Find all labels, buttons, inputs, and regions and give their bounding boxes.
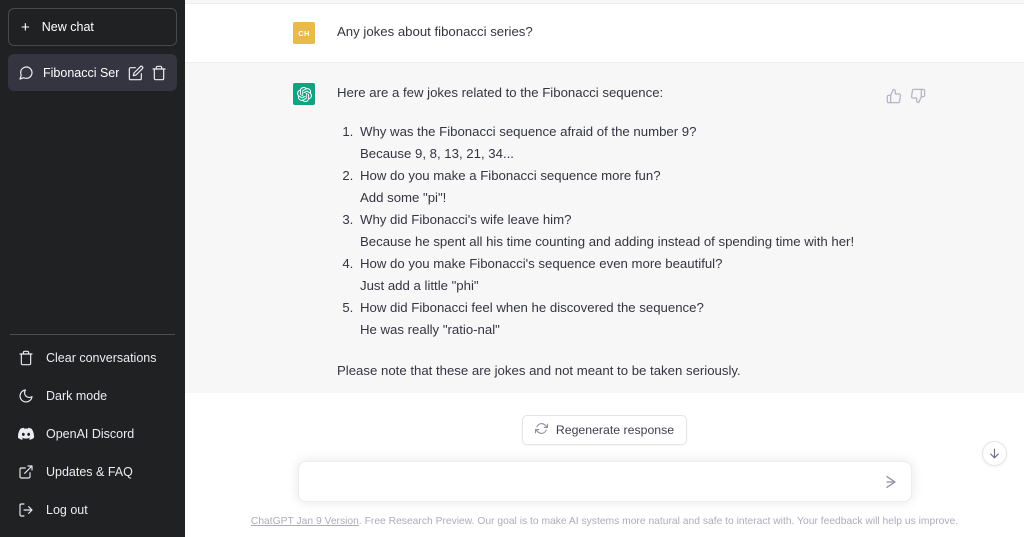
sidebar-spacer	[8, 91, 177, 334]
new-chat-label: New chat	[42, 20, 94, 34]
avatar-initials: CH	[298, 29, 309, 38]
refresh-icon	[535, 422, 548, 438]
sidebar-item-label: Updates & FAQ	[46, 465, 133, 479]
list-item: How do you make a Fibonacci sequence mor…	[357, 165, 904, 209]
chat-bubble-icon	[18, 65, 34, 81]
message-inner: Here are a few jokes related to the Fibo…	[185, 83, 1024, 381]
joke-question: Why was the Fibonacci sequence afraid of…	[360, 124, 696, 139]
conversation-thread: CH Any jokes about fibonacci series?	[185, 0, 1024, 393]
joke-answer: Because he spent all his time counting a…	[360, 231, 904, 253]
joke-answer: Add some "pi"!	[360, 187, 904, 209]
sidebar-divider	[10, 334, 175, 335]
message-assistant: Here are a few jokes related to the Fibo…	[185, 62, 1024, 393]
sidebar-item-label: Dark mode	[46, 389, 107, 403]
input-row	[185, 461, 1024, 502]
joke-question: Why did Fibonacci's wife leave him?	[360, 212, 571, 227]
scroll-to-bottom-button[interactable]	[982, 441, 1007, 466]
joke-answer: He was really "ratio-nal"	[360, 319, 904, 341]
sidebar-item-openai-discord[interactable]: OpenAI Discord	[8, 415, 177, 453]
plus-icon: +	[21, 20, 30, 35]
moon-icon	[18, 388, 34, 404]
sidebar-item-label: Clear conversations	[46, 351, 156, 365]
jokes-list: Why was the Fibonacci sequence afraid of…	[337, 121, 904, 341]
list-item: How did Fibonacci feel when he discovere…	[357, 297, 904, 341]
joke-question: How did Fibonacci feel when he discovere…	[360, 300, 704, 315]
new-chat-button[interactable]: + New chat	[8, 8, 177, 46]
regenerate-wrap: Regenerate response	[185, 415, 1024, 445]
sidebar-item-label: OpenAI Discord	[46, 427, 134, 441]
message-body: Any jokes about fibonacci series?	[337, 22, 904, 44]
assistant-intro-text: Here are a few jokes related to the Fibo…	[337, 83, 904, 103]
sidebar-item-clear-conversations[interactable]: Clear conversations	[8, 339, 177, 377]
external-link-icon	[18, 464, 34, 480]
thumbs-down-icon[interactable]	[910, 88, 926, 104]
avatar-user: CH	[293, 22, 315, 44]
sidebar-item-updates-faq[interactable]: Updates & FAQ	[8, 453, 177, 491]
openai-logo-icon	[297, 87, 312, 102]
feedback-buttons	[886, 88, 926, 104]
conversation-actions	[128, 65, 167, 81]
assistant-closing-text: Please note that these are jokes and not…	[337, 361, 904, 381]
message-user: CH Any jokes about fibonacci series?	[185, 4, 1024, 62]
footer-text: . Free Research Preview. Our goal is to …	[359, 516, 958, 527]
thumbs-up-icon[interactable]	[886, 88, 902, 104]
conversation-item-fibonacci[interactable]: Fibonacci Series Ex	[8, 54, 177, 91]
prompt-input[interactable]	[299, 462, 911, 501]
user-message-text: Any jokes about fibonacci series?	[337, 22, 904, 42]
trash-icon	[18, 350, 34, 366]
joke-answer: Because 9, 8, 13, 21, 34...	[360, 143, 904, 165]
version-link[interactable]: ChatGPT Jan 9 Version	[251, 516, 359, 527]
avatar-assistant	[293, 83, 315, 105]
joke-question: How do you make Fibonacci's sequence eve…	[360, 256, 722, 271]
sidebar: + New chat Fibonacci Series Ex	[0, 0, 185, 537]
sidebar-item-dark-mode[interactable]: Dark mode	[8, 377, 177, 415]
list-item: Why did Fibonacci's wife leave him? Beca…	[357, 209, 904, 253]
arrow-down-icon	[988, 447, 1001, 460]
message-inner: CH Any jokes about fibonacci series?	[185, 22, 1024, 44]
footer-disclaimer: ChatGPT Jan 9 Version. Free Research Pre…	[185, 515, 1024, 537]
conversation-title: Fibonacci Series Ex	[43, 66, 119, 80]
message-body: Here are a few jokes related to the Fibo…	[337, 83, 904, 381]
pencil-icon[interactable]	[128, 65, 144, 81]
discord-icon	[18, 426, 34, 442]
prompt-input-box[interactable]	[298, 461, 912, 502]
joke-question: How do you make a Fibonacci sequence mor…	[360, 168, 661, 183]
list-item: How do you make Fibonacci's sequence eve…	[357, 253, 904, 297]
list-item: Why was the Fibonacci sequence afraid of…	[357, 121, 904, 165]
regenerate-response-button[interactable]: Regenerate response	[522, 415, 687, 445]
sidebar-item-label: Log out	[46, 503, 88, 517]
chatgpt-app: + New chat Fibonacci Series Ex	[0, 0, 1024, 537]
joke-answer: Just add a little "phi"	[360, 275, 904, 297]
logout-icon	[18, 502, 34, 518]
send-icon[interactable]	[881, 472, 901, 492]
trash-icon[interactable]	[151, 65, 167, 81]
composer: Regenerate response ChatGPT Jan 9 Versio…	[185, 393, 1024, 537]
sidebar-item-log-out[interactable]: Log out	[8, 491, 177, 529]
regenerate-label: Regenerate response	[556, 423, 674, 437]
main-panel: CH Any jokes about fibonacci series?	[185, 0, 1024, 537]
